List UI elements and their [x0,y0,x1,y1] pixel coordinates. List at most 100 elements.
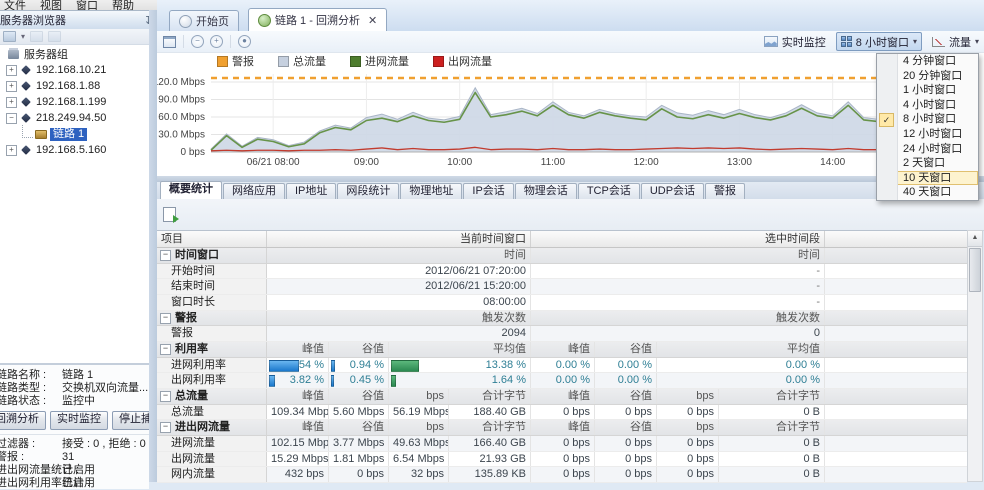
tree-item-server[interactable]: +192.168.10.21 [0,62,149,78]
table-group-row[interactable]: −时间窗口时间时间 [157,248,967,264]
tab-network-app[interactable]: 网络应用 [223,183,285,199]
table-row[interactable]: 开始时间2012/06/21 07:20:00- [157,264,967,280]
vertical-splitter[interactable] [149,10,157,482]
tab-segment-stats[interactable]: 网段统计 [337,183,399,199]
menu-help[interactable]: 帮助 [112,0,134,10]
tree-item-link[interactable]: 链路 1 [0,126,149,142]
tree-expander-icon[interactable]: − [6,113,17,124]
tab-tcp-session[interactable]: TCP会话 [578,183,640,199]
realtime-monitor-button[interactable]: 实时监控 [760,33,830,50]
realtime-monitor-button[interactable]: 实时监控 [50,411,108,430]
row-label: −进出网流量 [157,420,267,435]
cell-selected: 合计字节 [719,389,825,404]
col-header-selected-range[interactable]: 选中时间段 [531,231,825,247]
tree-label: 服务器组 [24,46,68,62]
row-label: 总流量 [157,405,267,420]
row-label: 网内流量 [157,467,267,482]
table-row[interactable]: 警报20940 [157,326,967,342]
cell-selected: - [531,279,825,294]
zoom-out-icon[interactable]: − [189,34,206,50]
table-row[interactable]: 窗口时长08:00:00- [157,295,967,311]
flow-type-dropdown-button[interactable]: 流量 ▾ [928,33,983,50]
tree-connector [22,125,33,138]
menu-item-10天窗口[interactable]: 10 天窗口 [877,171,978,186]
legend-label: 进网流量 [365,53,409,69]
table-group-row[interactable]: −利用率峰值谷值平均值峰值谷值平均值 [157,342,967,358]
tab-mac-session[interactable]: 物理会话 [515,183,577,199]
scrollbar-thumb[interactable] [969,248,981,292]
chart-panel: − + ● 实时监控 8 小时窗口 ▾ 流量 ▾ [157,31,984,177]
retro-analysis-button[interactable]: 回溯分析 [0,411,46,430]
tab-alarms[interactable]: 警报 [705,183,745,199]
tree-root-server-group[interactable]: 服务器组 [0,46,149,62]
tree-view-icon[interactable] [3,31,16,42]
table-row[interactable]: 进网流量102.15 Mbps3.77 Mbps49.63 Mbps166.40… [157,436,967,452]
menu-item-1小时窗口[interactable]: 1 小时窗口 [877,83,978,98]
tab-udp-session[interactable]: UDP会话 [641,183,704,199]
menu-item-8小时窗口[interactable]: ✓8 小时窗口 [877,112,978,127]
time-window-dropdown-button[interactable]: 8 小时窗口 ▾ [836,32,922,51]
cell-selected: 0.00 % [595,358,657,373]
tab-start-page[interactable]: 开始页 [169,10,239,31]
legend-label: 出网流量 [448,53,492,69]
col-header-current-window[interactable]: 当前时间窗口 [267,231,531,247]
table-row[interactable]: 结束时间2012/06/21 15:20:00- [157,279,967,295]
table-row[interactable]: 总流量109.34 Mbps5.60 Mbps56.19 Mbps188.40 … [157,405,967,421]
cell-selected: 0 bps [657,405,719,420]
row-label: −时间窗口 [157,248,267,263]
collapse-icon[interactable]: − [160,250,171,261]
table-row[interactable]: 网内流量432 bps0 bps32 bps135.89 KB0 bps0 bp… [157,467,967,483]
row-label: 结束时间 [157,279,267,294]
scroll-up-arrow[interactable]: ▲ [968,231,982,247]
tree-expander-icon[interactable]: + [6,145,17,156]
chevron-down-icon[interactable]: ▾ [21,32,25,41]
collapse-icon[interactable]: − [160,313,171,324]
col-header-item[interactable]: 项目 [157,231,267,247]
table-row[interactable]: 出网利用率3.82 %0.45 %1.64 %0.00 %0.00 %0.00 … [157,373,967,389]
menu-gutter [877,98,898,113]
legend-item: 进网流量 [350,53,409,69]
tree-expander-icon[interactable]: + [6,81,17,92]
marker-icon[interactable]: ● [236,34,253,50]
info-row: 链路状态 :监控中 [0,395,149,408]
table-group-row[interactable]: −进出网流量峰值谷值bps合计字节峰值谷值bps合计字节 [157,420,967,436]
server-browser-header: 服务器浏览器 ↧ [0,11,157,30]
collapse-icon[interactable]: − [160,422,171,433]
menu-item-20分钟窗口[interactable]: 20 分钟窗口 [877,69,978,84]
menu-item-4分钟窗口[interactable]: 4 分钟窗口 [877,54,978,69]
cell-selected: 0 [531,326,825,341]
collapse-icon[interactable]: − [160,344,171,355]
table-group-row[interactable]: −总流量峰值谷值bps合计字节峰值谷值bps合计字节 [157,389,967,405]
check-icon: ✓ [879,113,894,127]
menu-item-12小时窗口[interactable]: 12 小时窗口 [877,127,978,142]
table-row[interactable]: 出网流量15.29 Mbps1.81 Mbps6.54 Mbps21.93 GB… [157,452,967,468]
menu-item-24小时窗口[interactable]: 24 小时窗口 [877,142,978,157]
analysis-tabstrip: 概要统计网络应用IP地址网段统计物理地址IP会话物理会话TCP会话UDP会话警报 [157,182,984,200]
tab-summary[interactable]: 概要统计 [160,181,222,199]
tree-item-server[interactable]: +192.168.5.160 [0,142,149,158]
menu-item-4小时窗口[interactable]: 4 小时窗口 [877,98,978,113]
close-icon[interactable]: ✕ [368,14,377,27]
table-group-row[interactable]: −警报触发次数触发次数 [157,311,967,327]
tab-ip-address[interactable]: IP地址 [286,183,336,199]
date-range-icon[interactable] [161,34,178,50]
export-icon[interactable] [163,207,176,222]
tree-label: 192.168.1.199 [36,96,106,108]
menu-window[interactable]: 窗口 [76,0,98,10]
vertical-scrollbar[interactable]: ▲ [967,230,983,482]
traffic-chart[interactable]: 120.0 Mbps90.0 Mbps60.0 Mbps30.0 Mbps0 b… [157,68,984,176]
zoom-in-icon[interactable]: + [208,34,225,50]
table-row[interactable]: 进网利用率25.54 %0.94 %13.38 %0.00 %0.00 %0.0… [157,358,967,374]
menu-file[interactable]: 文件 [4,0,26,10]
tab-mac-address[interactable]: 物理地址 [400,183,462,199]
tree-expander-icon[interactable]: + [6,97,17,108]
menu-item-2天窗口[interactable]: 2 天窗口 [877,156,978,171]
tree-item-server[interactable]: +192.168.1.88 [0,78,149,94]
tree-item-server[interactable]: +192.168.1.199 [0,94,149,110]
tab-ip-session[interactable]: IP会话 [463,183,513,199]
menu-view[interactable]: 视图 [40,0,62,10]
tab-link-analysis[interactable]: 链路 1 - 回溯分析✕ [248,8,387,31]
tree-expander-icon[interactable]: + [6,65,17,76]
menu-item-40天窗口[interactable]: 40 天窗口 [877,185,978,200]
collapse-icon[interactable]: − [160,391,171,402]
